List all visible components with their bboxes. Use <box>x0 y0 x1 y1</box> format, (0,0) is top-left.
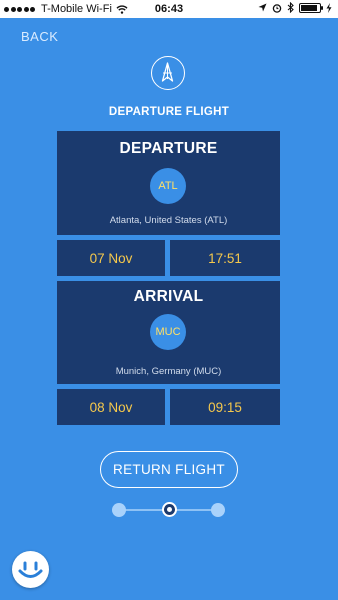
smiley-icon <box>18 561 43 578</box>
arrival-time: 09:15 <box>170 389 280 425</box>
battery-icon <box>299 2 323 13</box>
alarm-icon <box>272 3 282 13</box>
battery-level <box>301 4 318 11</box>
arrival-date: 08 Nov <box>57 389 165 425</box>
status-bar: T-Mobile Wi-Fi 06:43 <box>0 0 338 18</box>
departure-city: Atlanta, United States (ATL) <box>109 215 228 226</box>
page-title: DEPARTURE FLIGHT <box>108 106 230 118</box>
arrival-code-badge: MUC <box>150 314 186 350</box>
arrival-heading: ARRIVAL <box>133 288 204 305</box>
arrival-panel: ARRIVAL MUC Munich, Germany (MUC) <box>57 281 280 384</box>
departure-panel: DEPARTURE ATL Atlanta, United States (AT… <box>57 131 280 235</box>
departure-date: 07 Nov <box>57 240 165 276</box>
departure-code-badge: ATL <box>150 168 186 204</box>
plane-logo-icon <box>151 56 185 90</box>
status-right <box>258 2 332 13</box>
location-icon <box>258 3 267 12</box>
return-flight-button[interactable]: RETURN FLIGHT <box>100 451 238 488</box>
bluetooth-icon <box>287 2 294 13</box>
back-button[interactable]: BACK <box>21 29 58 44</box>
pager-dot-active[interactable] <box>162 502 177 517</box>
arrival-city: Munich, Germany (MUC) <box>115 366 222 377</box>
departure-heading: DEPARTURE <box>119 140 218 157</box>
charging-icon <box>326 2 332 13</box>
smiley-button[interactable] <box>12 551 49 588</box>
departure-time: 17:51 <box>170 240 280 276</box>
pager-dot[interactable] <box>211 503 225 517</box>
pager-dot[interactable] <box>112 503 126 517</box>
